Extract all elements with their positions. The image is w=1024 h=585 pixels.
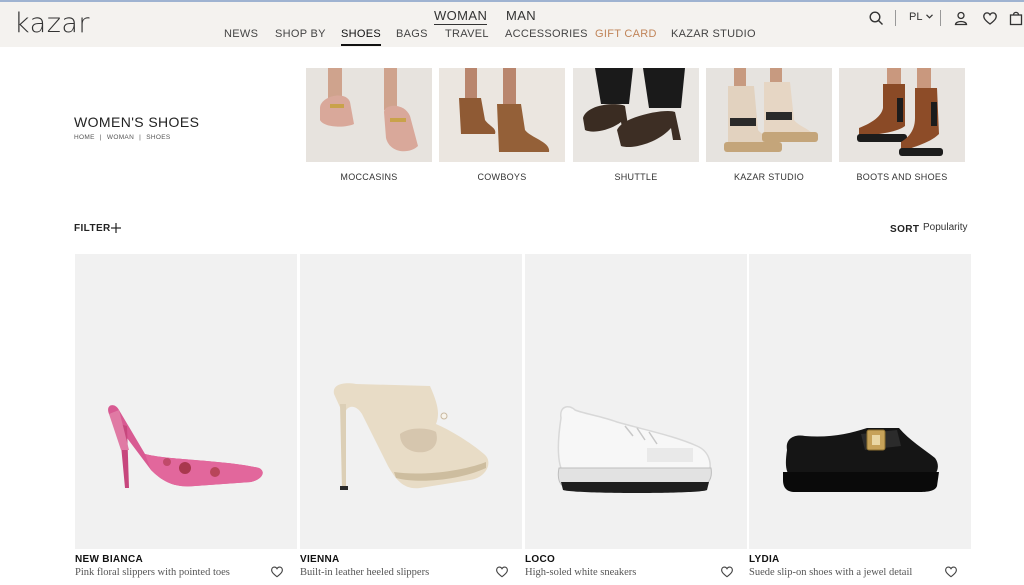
filter-button[interactable]: FILTER bbox=[74, 223, 111, 234]
nav-travel[interactable]: TRAVEL bbox=[445, 28, 489, 40]
wishlist-heart-icon[interactable] bbox=[944, 565, 958, 578]
gender-tab-woman[interactable]: WOMAN bbox=[434, 8, 488, 25]
search-icon[interactable] bbox=[868, 10, 884, 26]
page-title: WOMEN'S SHOES bbox=[74, 114, 200, 130]
gender-tab-man[interactable]: MAN bbox=[506, 8, 536, 23]
product-description: Suede slip-on shoes with a jewel detail bbox=[749, 567, 913, 578]
nav-bags[interactable]: BAGS bbox=[396, 28, 428, 40]
product-description: Built-in leather heeled slippers bbox=[300, 567, 430, 578]
nav-kazar-studio[interactable]: KAZAR STUDIO bbox=[671, 28, 756, 40]
product-description: High-soled white sneakers bbox=[525, 567, 637, 578]
product-name[interactable]: LOCO bbox=[525, 554, 555, 565]
kazar-logo[interactable]: kazar bbox=[14, 8, 90, 39]
product-name[interactable]: VIENNA bbox=[300, 554, 340, 565]
nav-shop-by[interactable]: SHOP BY bbox=[275, 28, 326, 40]
breadcrumb-home[interactable]: HOME bbox=[74, 134, 95, 141]
product-image[interactable] bbox=[75, 254, 297, 549]
product-image[interactable] bbox=[749, 254, 971, 549]
product-name[interactable]: LYDIA bbox=[749, 554, 780, 565]
nav-shoes[interactable]: SHOES bbox=[341, 28, 382, 46]
language-label: PL bbox=[909, 11, 923, 23]
breadcrumb: HOME | WOMAN | SHOES bbox=[74, 134, 174, 141]
sort-label: SORT bbox=[890, 224, 920, 235]
language-selector[interactable]: PL bbox=[909, 11, 934, 23]
product-description: Pink floral slippers with pointed toes bbox=[75, 567, 230, 578]
product-card[interactable]: LYDIA Suede slip-on shoes with a jewel d… bbox=[749, 254, 971, 578]
category-moccasins[interactable]: MOCCASINS bbox=[306, 68, 432, 182]
nav-accessories[interactable]: ACCESSORIES bbox=[505, 28, 588, 40]
product-card[interactable]: VIENNA Built-in leather heeled slippers bbox=[300, 254, 522, 578]
breadcrumb-shoes: SHOES bbox=[146, 134, 171, 141]
wishlist-heart-icon[interactable] bbox=[495, 565, 509, 578]
chevron-down-icon bbox=[926, 14, 934, 19]
breadcrumb-separator: | bbox=[139, 134, 142, 141]
product-card[interactable]: LOCO High-soled white sneakers bbox=[525, 254, 747, 578]
category-boots-and-shoes[interactable]: BOOTS AND SHOES bbox=[839, 68, 965, 182]
category-label: MOCCASINS bbox=[340, 172, 398, 182]
category-image bbox=[573, 68, 699, 162]
category-image bbox=[439, 68, 565, 162]
category-shuttle[interactable]: SHUTTLE bbox=[573, 68, 699, 182]
category-kazar-studio[interactable]: KAZAR STUDIO bbox=[706, 68, 832, 182]
category-label: COWBOYS bbox=[477, 172, 527, 182]
plus-icon[interactable] bbox=[111, 223, 121, 233]
product-card[interactable]: NEW BIANCA Pink floral slippers with poi… bbox=[75, 254, 297, 578]
product-image[interactable] bbox=[300, 254, 522, 549]
wishlist-heart-icon[interactable] bbox=[270, 565, 284, 578]
product-image[interactable] bbox=[525, 254, 747, 549]
category-cowboys[interactable]: COWBOYS bbox=[439, 68, 565, 182]
header-divider bbox=[940, 10, 941, 26]
category-label: BOOTS AND SHOES bbox=[856, 172, 948, 182]
breadcrumb-woman[interactable]: WOMAN bbox=[107, 134, 134, 141]
sort-select[interactable]: Popularity bbox=[923, 222, 967, 233]
category-label: SHUTTLE bbox=[614, 172, 658, 182]
product-name[interactable]: NEW BIANCA bbox=[75, 554, 143, 565]
header-divider bbox=[895, 10, 896, 26]
category-image bbox=[706, 68, 832, 162]
heart-icon[interactable] bbox=[982, 10, 998, 26]
bag-icon[interactable] bbox=[1008, 10, 1024, 26]
site-header: kazar WOMAN MAN NEWS SHOP BY SHOES BAGS … bbox=[0, 2, 1024, 47]
category-image bbox=[839, 68, 965, 162]
nav-gift-card[interactable]: GIFT CARD bbox=[595, 28, 657, 40]
nav-news[interactable]: NEWS bbox=[224, 28, 258, 40]
wishlist-heart-icon[interactable] bbox=[720, 565, 734, 578]
category-label: KAZAR STUDIO bbox=[733, 172, 805, 182]
user-icon[interactable] bbox=[953, 10, 969, 26]
category-image bbox=[306, 68, 432, 162]
breadcrumb-separator: | bbox=[99, 134, 102, 141]
